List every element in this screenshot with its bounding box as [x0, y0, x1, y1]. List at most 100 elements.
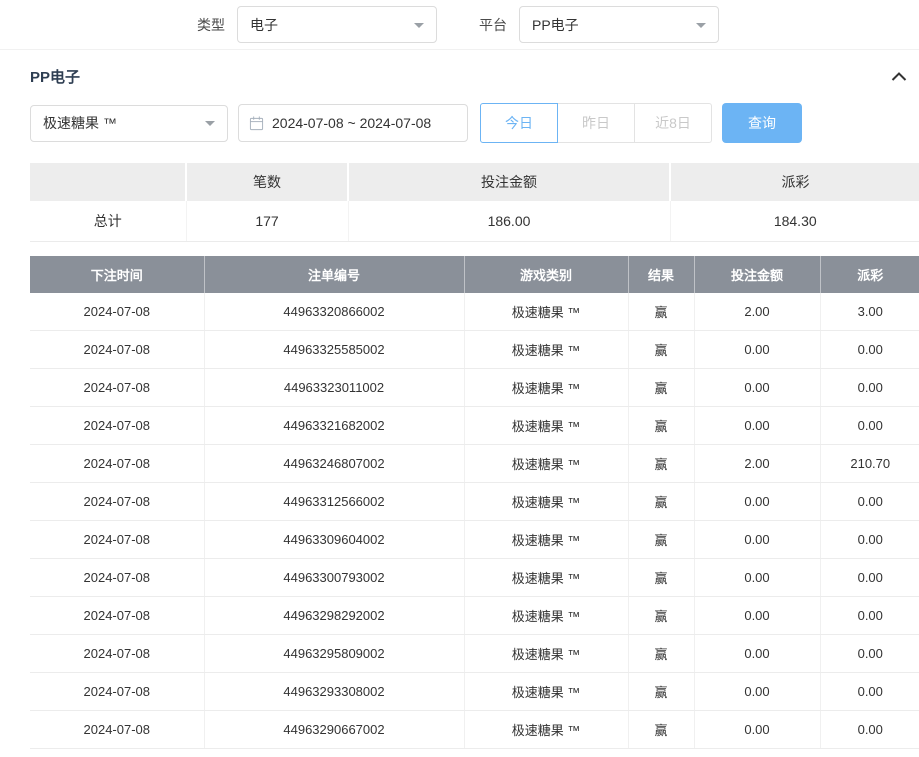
cell-bet-id: 44963300793002 [204, 559, 464, 597]
cell-bet-amount: 0.00 [694, 331, 820, 369]
cell-bet-id: 44963246807002 [204, 445, 464, 483]
table-row: 2024-07-08 44963293308002 极速糖果 ™ 赢 0.00 … [30, 673, 919, 711]
cell-bet-time: 2024-07-08 [30, 521, 204, 559]
section-header: PP电子 [30, 66, 907, 87]
section-title: PP电子 [30, 66, 80, 87]
cell-payout: 0.00 [820, 521, 919, 559]
cell-payout: 0.00 [820, 673, 919, 711]
summary-header-row: 笔数 投注金额 派彩 [30, 163, 919, 201]
header-game-category: 游戏类别 [464, 256, 628, 293]
cell-result: 赢 [628, 331, 694, 369]
cell-bet-id: 44963312566002 [204, 483, 464, 521]
cell-payout: 0.00 [820, 597, 919, 635]
summary-header-payout: 派彩 [670, 163, 919, 201]
table-row: 2024-07-08 44963320866002 极速糖果 ™ 赢 2.00 … [30, 293, 919, 331]
cell-bet-id: 44963325585002 [204, 331, 464, 369]
summary-header-bet-amount: 投注金额 [348, 163, 670, 201]
cell-game-category: 极速糖果 ™ [464, 483, 628, 521]
date-range-value: 2024-07-08 ~ 2024-07-08 [272, 115, 431, 131]
chevron-up-icon [891, 72, 907, 81]
cell-game-category: 极速糖果 ™ [464, 407, 628, 445]
quick-date-button-group: 今日 昨日 近8日 [480, 103, 712, 143]
type-label: 类型 [197, 15, 225, 35]
cell-result: 赢 [628, 673, 694, 711]
cell-game-category: 极速糖果 ™ [464, 711, 628, 749]
table-row: 2024-07-08 44963312566002 极速糖果 ™ 赢 0.00 … [30, 483, 919, 521]
table-row: 2024-07-08 44963321682002 极速糖果 ™ 赢 0.00 … [30, 407, 919, 445]
cell-game-category: 极速糖果 ™ [464, 635, 628, 673]
cell-result: 赢 [628, 597, 694, 635]
cell-bet-amount: 2.00 [694, 445, 820, 483]
summary-total-count: 177 [186, 201, 348, 241]
cell-bet-time: 2024-07-08 [30, 445, 204, 483]
header-bet-id: 注单编号 [204, 256, 464, 293]
summary-table: 笔数 投注金额 派彩 总计 177 186.00 184.30 [30, 163, 919, 242]
cell-result: 赢 [628, 483, 694, 521]
cell-game-category: 极速糖果 ™ [464, 293, 628, 331]
cell-bet-amount: 0.00 [694, 407, 820, 445]
header-result: 结果 [628, 256, 694, 293]
cell-result: 赢 [628, 711, 694, 749]
cell-bet-id: 44963323011002 [204, 369, 464, 407]
type-select-value: 电子 [250, 15, 278, 35]
summary-header-count: 笔数 [186, 163, 348, 201]
cell-bet-time: 2024-07-08 [30, 673, 204, 711]
cell-payout: 0.00 [820, 711, 919, 749]
cell-bet-id: 44963320866002 [204, 293, 464, 331]
table-row: 2024-07-08 44963323011002 极速糖果 ™ 赢 0.00 … [30, 369, 919, 407]
cell-bet-amount: 0.00 [694, 369, 820, 407]
platform-select[interactable]: PP电子 [519, 6, 719, 43]
cell-game-category: 极速糖果 ™ [464, 673, 628, 711]
cell-payout: 0.00 [820, 331, 919, 369]
game-select-value: 极速糖果 ™ [43, 113, 117, 133]
cell-bet-time: 2024-07-08 [30, 711, 204, 749]
cell-payout: 0.00 [820, 559, 919, 597]
cell-game-category: 极速糖果 ™ [464, 369, 628, 407]
cell-bet-id: 44963295809002 [204, 635, 464, 673]
cell-bet-id: 44963321682002 [204, 407, 464, 445]
type-filter: 类型 电子 [197, 6, 437, 43]
type-select[interactable]: 电子 [237, 6, 437, 43]
quick-today-button[interactable]: 今日 [480, 103, 558, 143]
summary-total-label: 总计 [30, 201, 186, 241]
cell-bet-amount: 0.00 [694, 483, 820, 521]
cell-bet-time: 2024-07-08 [30, 407, 204, 445]
quick-yesterday-button[interactable]: 昨日 [557, 103, 635, 143]
cell-game-category: 极速糖果 ™ [464, 597, 628, 635]
quick-last8days-button[interactable]: 近8日 [634, 103, 712, 143]
cell-bet-time: 2024-07-08 [30, 483, 204, 521]
calendar-icon [249, 116, 264, 131]
table-row: 2024-07-08 44963298292002 极速糖果 ™ 赢 0.00 … [30, 597, 919, 635]
collapse-section-button[interactable] [891, 72, 907, 81]
header-bet-time: 下注时间 [30, 256, 204, 293]
bet-table-header-row: 下注时间 注单编号 游戏类别 结果 投注金额 派彩 [30, 256, 919, 293]
cell-bet-id: 44963309604002 [204, 521, 464, 559]
chevron-down-icon [414, 23, 424, 28]
cell-result: 赢 [628, 521, 694, 559]
table-row: 2024-07-08 44963246807002 极速糖果 ™ 赢 2.00 … [30, 445, 919, 483]
cell-payout: 0.00 [820, 483, 919, 521]
summary-total-payout: 184.30 [670, 201, 919, 241]
cell-bet-amount: 2.00 [694, 293, 820, 331]
cell-bet-time: 2024-07-08 [30, 597, 204, 635]
platform-filter: 平台 PP电子 [479, 6, 719, 43]
chevron-down-icon [696, 23, 706, 28]
cell-result: 赢 [628, 559, 694, 597]
cell-bet-amount: 0.00 [694, 521, 820, 559]
summary-total-bet-amount: 186.00 [348, 201, 670, 241]
cell-bet-amount: 0.00 [694, 597, 820, 635]
cell-bet-amount: 0.00 [694, 635, 820, 673]
summary-total-row: 总计 177 186.00 184.30 [30, 201, 919, 241]
game-select[interactable]: 极速糖果 ™ [30, 105, 228, 142]
cell-result: 赢 [628, 445, 694, 483]
date-range-picker[interactable]: 2024-07-08 ~ 2024-07-08 [238, 104, 468, 142]
cell-result: 赢 [628, 369, 694, 407]
cell-bet-time: 2024-07-08 [30, 559, 204, 597]
cell-payout: 210.70 [820, 445, 919, 483]
cell-bet-time: 2024-07-08 [30, 369, 204, 407]
search-button[interactable]: 查询 [722, 103, 802, 143]
table-row: 2024-07-08 44963300793002 极速糖果 ™ 赢 0.00 … [30, 559, 919, 597]
cell-bet-amount: 0.00 [694, 711, 820, 749]
cell-bet-amount: 0.00 [694, 559, 820, 597]
cell-bet-time: 2024-07-08 [30, 331, 204, 369]
